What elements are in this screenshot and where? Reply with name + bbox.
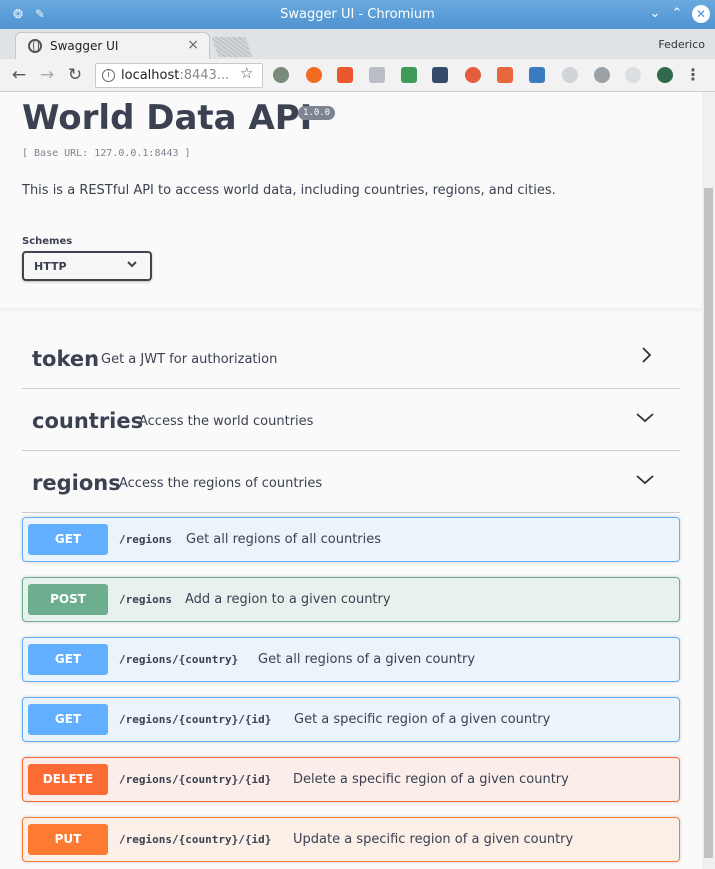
extension-eye-icon[interactable] [657,67,673,83]
operation-path: /regions/{country} [119,653,239,666]
operation-path: /regions/{country}/{id} [119,773,272,786]
window-titlebar: ❂ ✎ Swagger UI - Chromium ⌄ ⌃ ✕ [0,0,715,29]
browser-toolbar: ← → ↻ i localhost:8443... ☆ ⋮ [0,59,715,92]
browser-menu-icon[interactable]: ⋮ [685,65,701,84]
extension-spinner-icon[interactable] [562,67,578,83]
operation-summary: Delete a specific region of a given coun… [293,772,569,787]
chevron-right-icon[interactable] [638,347,654,363]
version-badge: 1.0.0 [298,106,336,120]
chevron-down-icon[interactable] [636,409,654,425]
scrollbar-thumb[interactable] [704,188,713,858]
operation-summary: Get a specific region of a given country [294,712,551,727]
operation-delete-region[interactable]: DELETE /regions/{country}/{id} Delete a … [22,757,680,802]
extension-dropbox-icon[interactable] [369,67,385,83]
section-divider [0,308,702,314]
operation-post-regions[interactable]: POST /regions Add a region to a given co… [22,577,680,622]
tag-name: regions [32,471,121,495]
forward-icon[interactable]: → [37,65,57,85]
extension-mail-icon[interactable] [337,67,353,83]
method-badge: PUT [28,824,108,855]
window-title: Swagger UI - Chromium [280,7,435,22]
tag-name: token [32,347,100,371]
extension-shield-icon[interactable] [306,67,322,83]
tag-description: Get a JWT for authorization [101,352,278,367]
method-badge: GET [28,704,108,735]
extension-s-icon[interactable] [529,67,545,83]
chevron-down-icon[interactable] [636,471,654,487]
operation-get-regions-country[interactable]: GET /regions/{country} Get all regions o… [22,637,680,682]
info-icon[interactable]: i [102,69,115,82]
base-url: [ Base URL: 127.0.0.1:8443 ] [22,148,191,159]
extension-note-icon[interactable] [401,67,417,83]
operation-path: /regions [119,533,172,546]
tab-swagger-ui[interactable]: Swagger UI × [15,32,210,59]
extension-bike-icon[interactable] [594,67,610,83]
extension-target-icon[interactable] [465,67,481,83]
page-viewport: World Data API 1.0.0 [ Base URL: 127.0.0… [0,92,715,869]
new-tab-button[interactable] [211,37,253,57]
close-window-icon[interactable]: ✕ [692,5,710,23]
extension-gear-icon[interactable] [273,67,289,83]
operation-summary: Update a specific region of a given coun… [293,832,574,847]
operation-put-region[interactable]: PUT /regions/{country}/{id} Update a spe… [22,817,680,862]
method-badge: GET [28,524,108,555]
method-badge: GET [28,644,108,675]
profile-name[interactable]: Federico [658,38,705,51]
tag-regions[interactable]: regions Access the regions of countries [22,451,680,513]
scrollbar[interactable] [702,92,715,869]
tag-countries[interactable]: countries Access the world countries [22,389,680,451]
schemes-selected-value: HTTP [34,260,67,273]
extension-react-icon[interactable] [432,67,448,83]
schemes-label: Schemes [22,236,73,247]
operation-get-region-by-id[interactable]: GET /regions/{country}/{id} Get a specif… [22,697,680,742]
operation-get-regions[interactable]: GET /regions Get all regions of all coun… [22,517,680,562]
url-text[interactable]: localhost:8443... [121,68,229,83]
operation-path: /regions/{country}/{id} [119,833,272,846]
back-icon[interactable]: ← [9,65,29,85]
method-badge: DELETE [28,764,108,795]
schemes-select[interactable]: HTTP [22,251,152,281]
tab-strip: Swagger UI × Federico [0,29,715,59]
tab-label: Swagger UI [50,39,119,53]
api-title: World Data API [22,98,313,138]
extension-circle-icon[interactable] [625,67,641,83]
operation-path: /regions [119,593,172,606]
operation-summary: Get all regions of a given country [258,652,476,667]
tag-name: countries [32,409,144,433]
globe-icon [28,39,42,53]
api-description: This is a RESTful API to access world da… [22,183,556,198]
extension-cors-icon[interactable] [497,67,513,83]
minimize-icon[interactable]: ⌄ [646,5,664,23]
maximize-icon[interactable]: ⌃ [668,5,686,23]
tag-token[interactable]: token Get a JWT for authorization [22,327,680,389]
address-bar[interactable]: i localhost:8443... [95,63,263,88]
tag-description: Access the world countries [139,414,314,429]
operation-summary: Add a region to a given country [185,592,391,607]
method-badge: POST [28,584,108,615]
reload-icon[interactable]: ↻ [65,65,85,85]
chevron-down-icon [126,258,138,273]
tag-description: Access the regions of countries [119,476,323,491]
operation-summary: Get all regions of all countries [186,532,382,547]
close-tab-icon[interactable]: × [187,37,199,53]
bookmark-star-icon[interactable]: ☆ [240,64,253,82]
operation-path: /regions/{country}/{id} [119,713,272,726]
